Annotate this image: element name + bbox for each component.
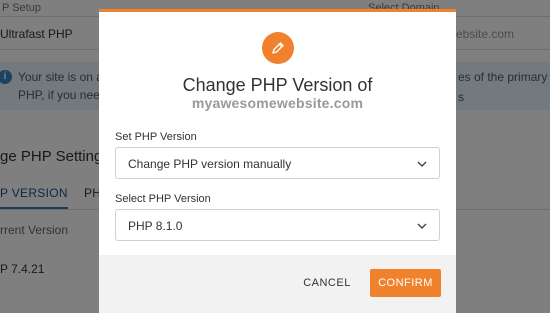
chevron-down-icon <box>417 223 427 229</box>
confirm-button[interactable]: CONFIRM <box>370 269 441 297</box>
select-value: PHP 8.1.0 <box>128 219 183 233</box>
dialog-title: Change PHP Version of <box>182 75 373 95</box>
dialog-subtitle: myawesomewebsite.com <box>191 95 364 111</box>
set-php-version-label: Set PHP Version <box>115 131 197 143</box>
select-php-version-label: Select PHP Version <box>115 193 211 205</box>
select-php-version-select[interactable]: PHP 8.1.0 <box>115 209 440 241</box>
change-php-version-dialog: Change PHP Version of myawesomewebsite.c… <box>99 9 456 313</box>
set-php-version-select[interactable]: Change PHP version manually <box>115 147 440 179</box>
modal-accent-bar <box>99 9 456 12</box>
cancel-button[interactable]: CANCEL <box>294 269 360 297</box>
dialog-footer: CANCEL CONFIRM <box>99 255 456 313</box>
chevron-down-icon <box>417 161 427 167</box>
select-value: Change PHP version manually <box>128 157 292 171</box>
pencil-icon <box>262 32 294 64</box>
